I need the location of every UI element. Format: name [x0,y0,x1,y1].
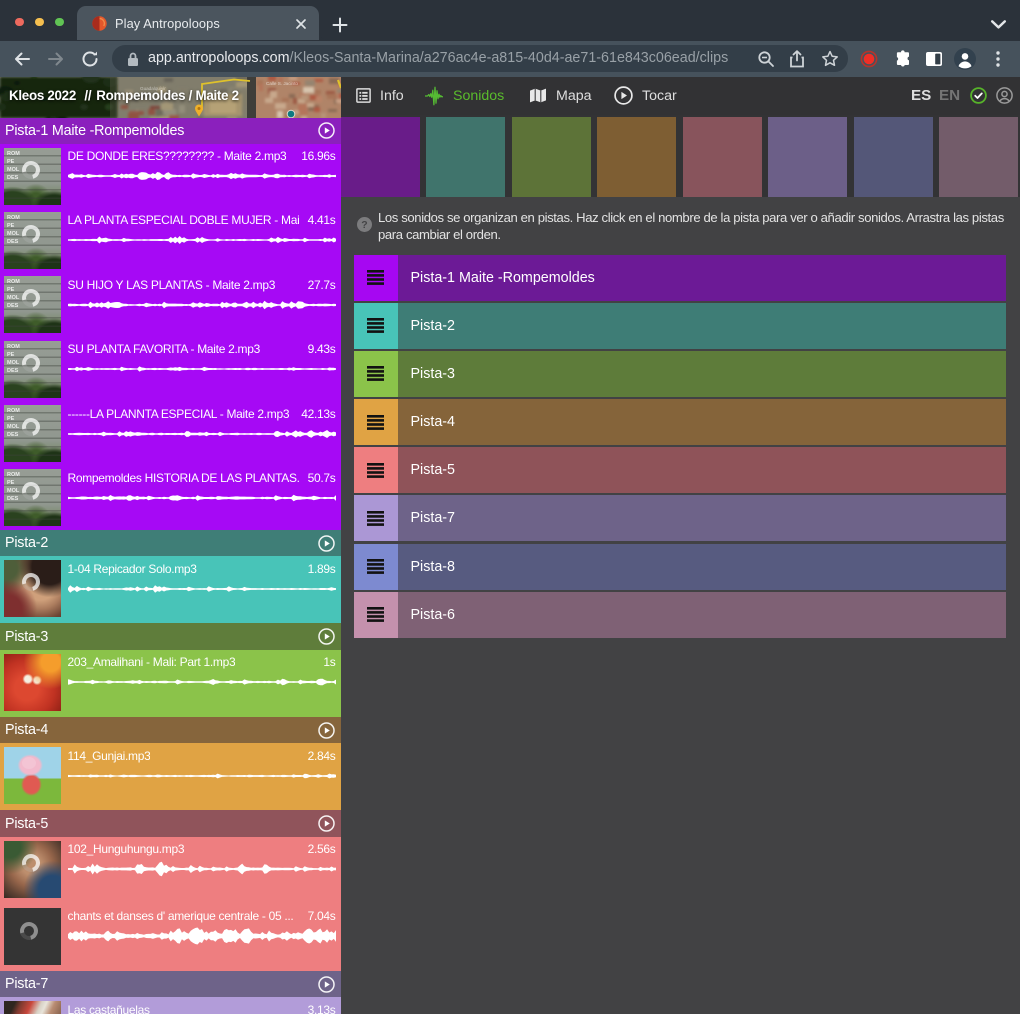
svg-text:?: ? [361,219,367,231]
svg-text:Calle S. Jacinto: Calle S. Jacinto [266,81,298,86]
